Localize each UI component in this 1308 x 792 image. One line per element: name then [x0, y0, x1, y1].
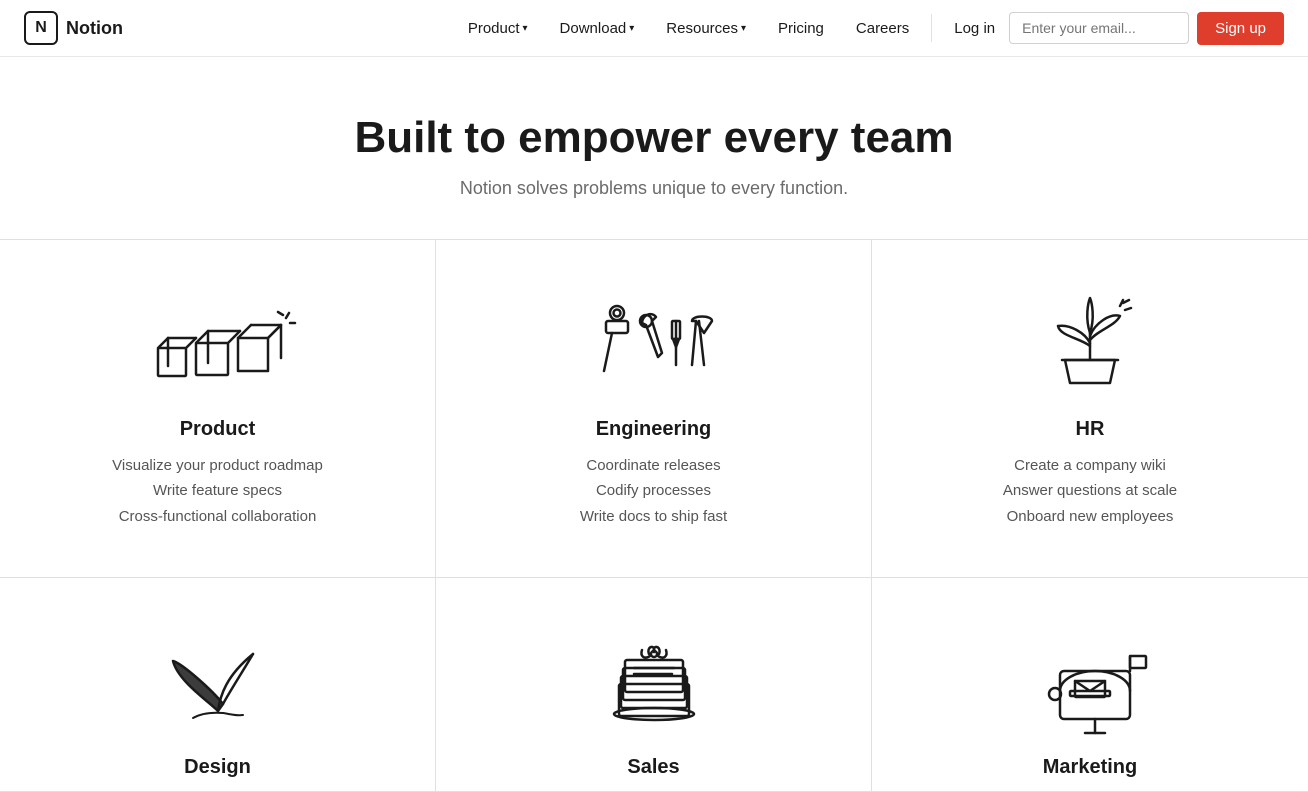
hero-title: Built to empower every team	[20, 113, 1288, 164]
nav-download[interactable]: Download ▾	[546, 14, 649, 43]
grid-row-1: Product Visualize your product roadmap W…	[0, 240, 1308, 579]
grid-row-2: Design	[0, 578, 1308, 792]
nav-links: Product ▾ Download ▾ Resources ▾ Pricing…	[454, 14, 923, 43]
cell-marketing[interactable]: Marketing	[872, 578, 1308, 791]
nav-product[interactable]: Product ▾	[454, 14, 542, 43]
chevron-down-icon: ▾	[741, 23, 746, 34]
marketing-title: Marketing	[1043, 756, 1137, 779]
nav-resources[interactable]: Resources ▾	[652, 14, 760, 43]
chevron-down-icon: ▾	[629, 23, 634, 34]
cell-design[interactable]: Design	[0, 578, 436, 791]
hero-subtitle: Notion solves problems unique to every f…	[20, 178, 1288, 199]
logo-icon: N	[24, 11, 58, 45]
logo-link[interactable]: N Notion	[24, 11, 123, 45]
signup-button[interactable]: Sign up	[1197, 12, 1284, 45]
marketing-icon	[1010, 626, 1170, 736]
chevron-down-icon: ▾	[523, 23, 528, 34]
cell-product[interactable]: Product Visualize your product roadmap W…	[0, 240, 436, 578]
hr-title: HR	[1076, 418, 1105, 441]
cell-sales[interactable]: Sales	[436, 578, 872, 791]
product-icon	[138, 288, 298, 398]
hero-section: Built to empower every team Notion solve…	[0, 57, 1308, 239]
logo-text: Notion	[66, 18, 123, 39]
design-title: Design	[184, 756, 251, 779]
navbar: N Notion Product ▾ Download ▾ Resources …	[0, 0, 1308, 57]
design-icon	[138, 626, 298, 736]
engineering-icon	[574, 288, 734, 398]
nav-pricing[interactable]: Pricing	[764, 14, 838, 43]
engineering-title: Engineering	[596, 418, 712, 441]
nav-divider	[931, 14, 932, 42]
product-desc: Visualize your product roadmap Write fea…	[112, 453, 323, 530]
sales-title: Sales	[627, 756, 679, 779]
login-link[interactable]: Log in	[940, 14, 1009, 43]
email-input[interactable]	[1009, 12, 1189, 44]
nav-careers[interactable]: Careers	[842, 14, 923, 43]
hr-desc: Create a company wiki Answer questions a…	[1003, 453, 1177, 530]
cell-hr[interactable]: HR Create a company wiki Answer question…	[872, 240, 1308, 578]
engineering-desc: Coordinate releases Codify processes Wri…	[580, 453, 727, 530]
hr-icon	[1010, 288, 1170, 398]
sales-icon	[574, 626, 734, 736]
product-title: Product	[180, 418, 256, 441]
cell-engineering[interactable]: Engineering Coordinate releases Codify p…	[436, 240, 872, 578]
team-grid: Product Visualize your product roadmap W…	[0, 239, 1308, 792]
